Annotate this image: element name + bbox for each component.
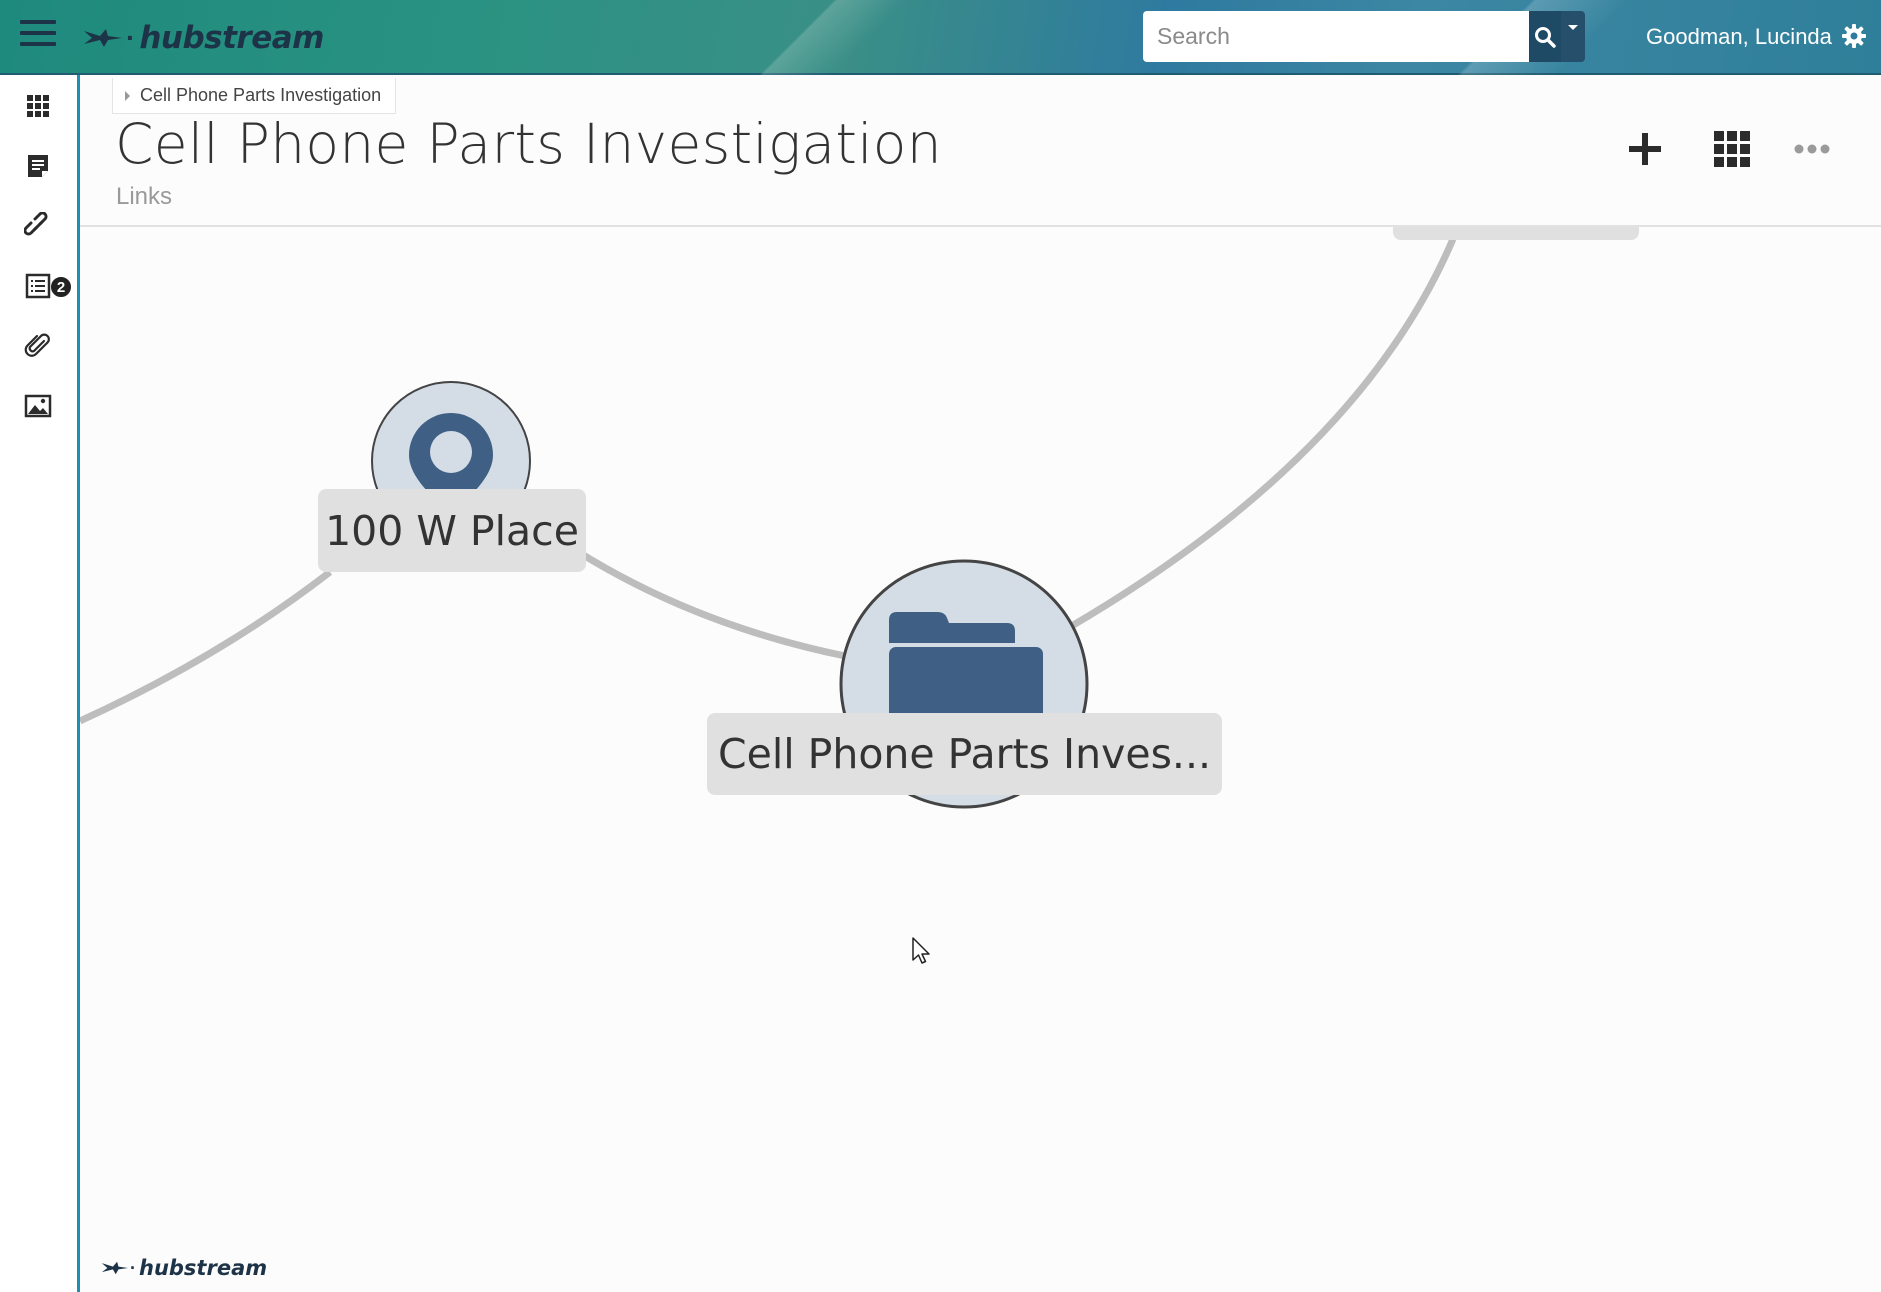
gear-icon[interactable]: [1841, 23, 1867, 49]
footer-logo: · hubstream: [100, 1256, 267, 1280]
image-icon[interactable]: [24, 392, 52, 420]
page-subtitle: Links: [116, 183, 173, 210]
graph-node-label[interactable]: 100 W Place: [318, 489, 586, 572]
search-bar: [1143, 11, 1585, 62]
graph-edge: [578, 550, 851, 661]
link-icon[interactable]: [24, 212, 52, 240]
hubstream-bird-icon: [84, 29, 122, 47]
more-options-button[interactable]: [1789, 126, 1835, 172]
logo-dot: ·: [126, 22, 136, 53]
list-icon[interactable]: [24, 272, 52, 300]
caret-right-icon: [125, 90, 130, 101]
search-button[interactable]: [1529, 11, 1561, 62]
search-options-dropdown[interactable]: [1561, 11, 1585, 62]
brand-logo[interactable]: · hubstream: [82, 18, 324, 58]
top-bar: · hubstream Goodman, Lucinda: [0, 0, 1881, 75]
logo-dot: ·: [130, 1257, 136, 1278]
search-input[interactable]: [1143, 11, 1529, 62]
left-sidebar: 2: [0, 75, 80, 1292]
layout-button[interactable]: [1709, 126, 1755, 172]
ellipsis-icon: [1794, 144, 1830, 154]
grid-icon: [1714, 131, 1750, 167]
link-graph-canvas[interactable]: 100 W Place Cell Phone Parts Inves...: [80, 227, 1881, 1292]
note-icon[interactable]: [24, 152, 52, 180]
add-button[interactable]: [1622, 126, 1668, 172]
grid-icon[interactable]: [24, 92, 52, 120]
plus-icon: [1629, 133, 1661, 165]
page-title: Cell Phone Parts Investigation: [115, 112, 942, 176]
footer-brand-name: hubstream: [139, 1256, 268, 1280]
user-menu[interactable]: Goodman, Lucinda: [1646, 24, 1832, 50]
graph-edge: [1068, 237, 1457, 631]
brand-name: hubstream: [139, 20, 324, 56]
hamburger-icon[interactable]: [20, 20, 56, 54]
breadcrumb-item[interactable]: Cell Phone Parts Investigation: [140, 85, 381, 106]
caret-down-icon: [1568, 25, 1578, 30]
graph-node-label[interactable]: Cell Phone Parts Inves...: [707, 713, 1222, 795]
graph-edge: [80, 569, 333, 725]
paperclip-icon[interactable]: [24, 332, 52, 360]
links-count-badge: 2: [49, 275, 73, 299]
graph-node-offscreen[interactable]: [1393, 227, 1639, 240]
hubstream-bird-icon: [101, 1261, 129, 1275]
search-icon: [1535, 26, 1556, 48]
breadcrumb[interactable]: Cell Phone Parts Investigation: [112, 78, 397, 114]
topbar-texture: [700, 0, 960, 75]
